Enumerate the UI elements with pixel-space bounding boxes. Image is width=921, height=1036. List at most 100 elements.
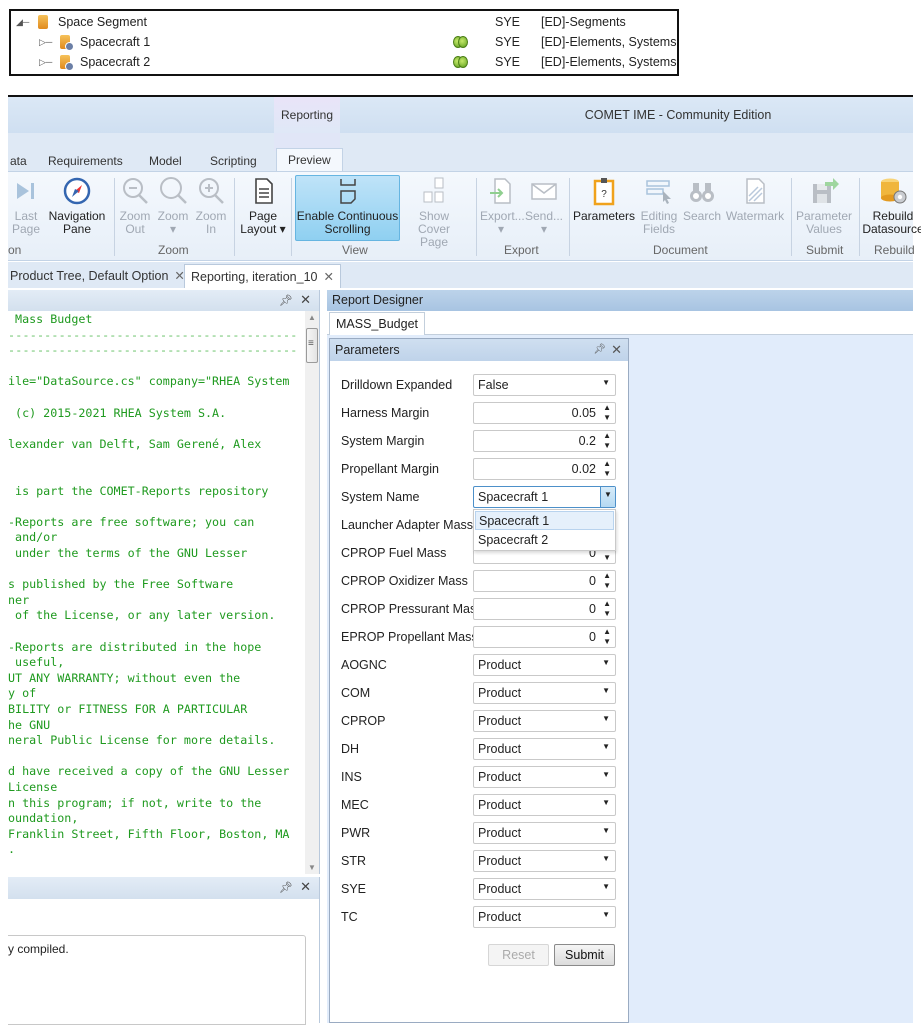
chevron-down-icon[interactable]: ▼	[602, 798, 610, 807]
parameter-number-input[interactable]: 0 ▲▼	[473, 626, 616, 648]
parameter-select[interactable]: Product ▼	[473, 654, 616, 676]
navigation-pane-button[interactable]: Navigation Pane	[46, 176, 108, 236]
tab-requirements[interactable]: Requirements	[48, 151, 123, 171]
page-layout-button[interactable]: Page Layout ▾	[238, 176, 288, 236]
close-icon[interactable]: ✕	[300, 292, 311, 308]
chevron-down-icon[interactable]: ▼	[602, 742, 610, 751]
parameter-value: 0	[589, 602, 596, 616]
code-line: useful,	[8, 655, 65, 670]
tree-row[interactable]: ▷─ Spacecraft 2 SYE [ED]-Elements, Syste…	[11, 52, 677, 72]
close-icon[interactable]: ✕	[300, 879, 311, 895]
pane-header: 📌︎ ✕	[8, 877, 319, 899]
dropdown-option[interactable]: Spacecraft 2	[475, 531, 614, 550]
pin-icon[interactable]: 📌︎	[279, 881, 293, 894]
tab-model[interactable]: Model	[149, 151, 182, 171]
tab-preview[interactable]: Preview	[276, 148, 343, 171]
chevron-down-icon[interactable]: ▼	[602, 686, 610, 695]
enable-continuous-scrolling-button[interactable]: Enable Continuous Scrolling	[295, 175, 400, 241]
parameter-row: INS Product ▼	[330, 766, 628, 790]
zoom-in-button[interactable]: Zoom In	[194, 176, 228, 236]
parameter-select[interactable]: Product ▼	[473, 766, 616, 788]
parameter-number-input[interactable]: 0 ▲▼	[473, 570, 616, 592]
tree-row[interactable]: ▷─ Spacecraft 1 SYE [ED]-Elements, Syste…	[11, 32, 677, 52]
code-line: Mass Budget	[8, 312, 93, 326]
parameter-row: DH Product ▼	[330, 738, 628, 762]
parameter-number-input[interactable]: 0.2 ▲ ▼	[473, 430, 616, 452]
chevron-down-icon[interactable]: ▼	[602, 826, 610, 835]
parameter-number-input[interactable]: 0.02 ▲ ▼	[473, 458, 616, 480]
parameter-select[interactable]: Product ▼	[473, 682, 616, 704]
dropdown-button[interactable]: ▼	[600, 487, 615, 507]
parameter-select[interactable]: Product ▼	[473, 822, 616, 844]
parameter-value: Product	[478, 742, 522, 756]
spinner-icon[interactable]: ▲▼	[603, 599, 611, 619]
chevron-down-icon[interactable]: ▼	[602, 854, 610, 863]
vertical-scrollbar[interactable]: ▲ ▼	[305, 311, 319, 874]
doc-tab-product-tree[interactable]: Product Tree, Default Option ✕	[8, 264, 191, 288]
chevron-down-icon[interactable]: ▼	[602, 714, 610, 723]
parameters-button[interactable]: ? Parameters	[572, 176, 636, 223]
parameter-number-input[interactable]: 0 ▲▼	[473, 598, 616, 620]
group-label-document: Document	[653, 243, 708, 257]
doc-tab-reporting[interactable]: Reporting, iteration_10 ✕	[184, 264, 341, 288]
dropdown-option[interactable]: Spacecraft 1	[475, 511, 614, 530]
clipboard-question-icon: ?	[589, 176, 619, 206]
close-icon[interactable]: ✕	[611, 339, 622, 361]
send-button[interactable]: Send... ▾	[524, 176, 564, 236]
chevron-down-icon[interactable]: ▼	[602, 882, 610, 891]
watermark-button[interactable]: Watermark	[724, 176, 786, 223]
reset-button[interactable]: Reset	[488, 944, 549, 966]
parameter-select[interactable]: False ▼	[473, 374, 616, 396]
search-button[interactable]: Search	[682, 176, 722, 223]
collapse-triangle-icon[interactable]: ◢─	[16, 17, 29, 28]
scroll-up-icon[interactable]: ▲	[308, 313, 316, 322]
close-icon[interactable]: ✕	[323, 270, 333, 284]
chevron-down-icon[interactable]: ▼	[602, 658, 610, 667]
tab-mass-budget[interactable]: MASS_Budget	[329, 312, 425, 335]
tab-data[interactable]: ata	[10, 151, 27, 171]
show-cover-page-button[interactable]: Show Cover Page	[402, 176, 466, 249]
parameter-select[interactable]: Product ▼	[473, 710, 616, 732]
chevron-down-icon[interactable]: ▼	[602, 378, 610, 387]
parameter-select[interactable]: Product ▼	[473, 878, 616, 900]
chevron-down-icon[interactable]: ▼	[602, 770, 610, 779]
zoom-button[interactable]: Zoom ▾	[156, 176, 190, 236]
pane-header: 📌︎ ✕	[8, 290, 319, 311]
code-line: y of	[8, 686, 37, 701]
zoom-out-button[interactable]: Zoom Out	[118, 176, 152, 236]
last-page-button[interactable]: Last Page	[10, 176, 42, 236]
scroll-down-icon[interactable]: ▼	[308, 863, 316, 872]
parameter-select[interactable]: Product ▼	[473, 906, 616, 928]
spinner-icon[interactable]: ▲▼	[603, 571, 611, 591]
expand-triangle-icon[interactable]: ▷─	[39, 57, 52, 68]
spinner-icon[interactable]: ▲▼	[603, 459, 611, 479]
parameter-values-button[interactable]: Parameter Values	[794, 176, 854, 236]
parameter-number-input[interactable]: 0.05 ▲ ▼	[473, 402, 616, 424]
parameter-select[interactable]: Product ▼	[473, 850, 616, 872]
expand-triangle-icon[interactable]: ▷─	[39, 37, 52, 48]
spinner-icon[interactable]: ▲▼	[603, 431, 611, 451]
parameter-select[interactable]: Spacecraft 1 ▼	[473, 486, 616, 508]
scrollbar-thumb[interactable]	[306, 328, 318, 363]
context-tab-reporting[interactable]: Reporting	[274, 97, 340, 133]
chevron-down-icon[interactable]: ▼	[602, 910, 610, 919]
rebuild-datasource-button[interactable]: Rebuild Datasource	[862, 176, 921, 236]
editing-fields-button[interactable]: Editing Fields	[638, 176, 680, 236]
code-line: BILITY or FITNESS FOR A PARTICULAR	[8, 702, 248, 716]
spinner-icon[interactable]: ▲▼	[603, 627, 611, 647]
spinner-icon[interactable]: ▲▼	[603, 403, 611, 423]
code-line: UT ANY WARRANTY; without even the	[8, 670, 241, 685]
export-button[interactable]: Export... ▾	[480, 176, 525, 236]
pin-icon[interactable]: 📌︎	[279, 294, 293, 307]
group-label-export: Export	[504, 243, 539, 257]
submit-button[interactable]: Submit	[554, 944, 615, 966]
pin-icon[interactable]: 📌︎	[593, 339, 606, 361]
page-icon	[248, 176, 278, 206]
parameter-select[interactable]: Product ▼	[473, 738, 616, 760]
tab-scripting[interactable]: Scripting	[210, 151, 257, 171]
report-designer-title: Report Designer	[327, 290, 913, 311]
code-line: .	[8, 842, 16, 857]
parameter-select[interactable]: Product ▼	[473, 794, 616, 816]
code-editor[interactable]: Mass Budget -----------------------------…	[8, 311, 306, 871]
tree-row[interactable]: ◢─ Space Segment SYE [ED]-Segments	[11, 12, 677, 32]
